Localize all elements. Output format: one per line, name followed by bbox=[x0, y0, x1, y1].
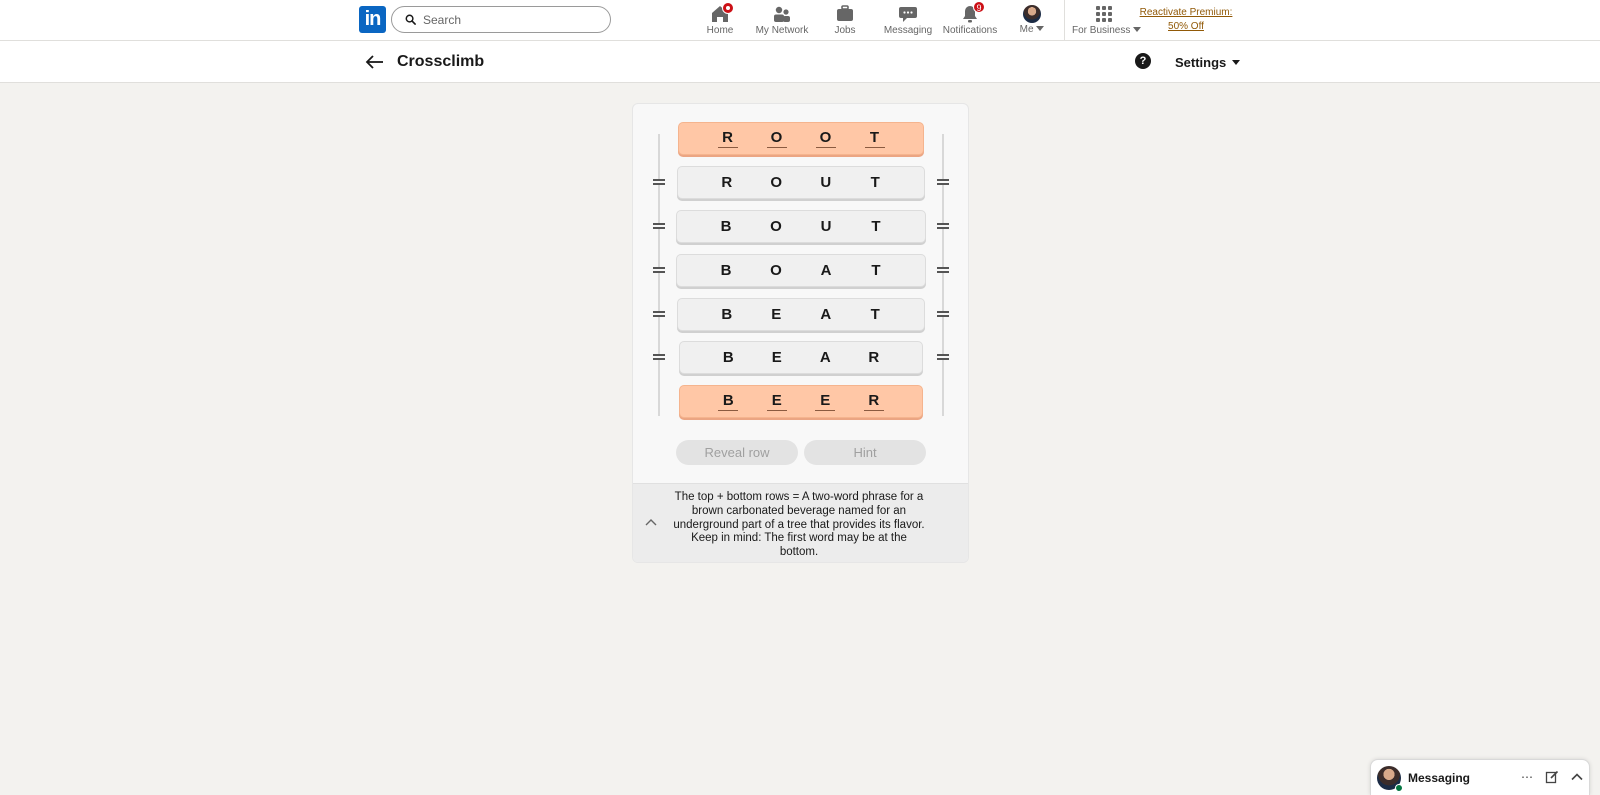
letter-cell: B bbox=[721, 306, 733, 323]
word-row[interactable]: R O U T bbox=[677, 166, 925, 199]
word-row[interactable]: B E A T bbox=[677, 298, 925, 331]
crossclimb-board: R O O T R O U T B O U T B O A T B E A T bbox=[632, 103, 969, 563]
home-notification-dot bbox=[722, 2, 734, 14]
bell-icon: 9 bbox=[959, 1, 985, 24]
nav-jobs-label: Jobs bbox=[834, 25, 856, 36]
letter-cell: O bbox=[770, 218, 782, 235]
drag-handle-icon[interactable] bbox=[653, 223, 665, 229]
nav-my-network[interactable]: My Network bbox=[752, 4, 812, 38]
letter-cell: U bbox=[820, 174, 832, 191]
letter-cell: E bbox=[771, 306, 782, 323]
settings-label: Settings bbox=[1175, 55, 1227, 70]
letter-cell: R bbox=[721, 174, 733, 191]
drag-handle-icon[interactable] bbox=[653, 354, 665, 360]
letter-cell: O bbox=[770, 174, 783, 191]
chevron-up-icon[interactable] bbox=[645, 518, 657, 526]
linkedin-logo[interactable]: in bbox=[359, 6, 386, 33]
chevron-down-icon bbox=[1036, 26, 1045, 31]
nav-notifications[interactable]: 9 Notifications bbox=[942, 1, 998, 38]
letter-cell: O bbox=[770, 262, 782, 279]
reveal-row-button[interactable]: Reveal row bbox=[676, 440, 798, 465]
more-options-icon[interactable]: ⋯ bbox=[1520, 770, 1534, 784]
drag-handle-icon[interactable] bbox=[937, 354, 949, 360]
letter-cell: B bbox=[718, 392, 739, 411]
search-input[interactable] bbox=[423, 11, 603, 29]
letter-cell: B bbox=[720, 262, 732, 279]
premium-line-2: 50% Off bbox=[1168, 21, 1204, 32]
chat-icon bbox=[897, 4, 919, 24]
drag-handle-icon[interactable] bbox=[937, 223, 949, 229]
letter-cell: T bbox=[870, 306, 880, 323]
nav-my-network-label: My Network bbox=[755, 25, 809, 36]
grid-icon bbox=[1096, 6, 1112, 22]
nav-messaging-label: Messaging bbox=[883, 25, 933, 36]
messaging-widget[interactable]: Messaging ⋯ bbox=[1370, 759, 1590, 795]
home-icon bbox=[709, 2, 734, 24]
clue-text: The top + bottom rows = A two-word phras… bbox=[673, 491, 925, 559]
letter-cell: E bbox=[771, 349, 782, 366]
letter-cell: T bbox=[864, 129, 885, 148]
left-rail bbox=[658, 134, 660, 416]
drag-handle-icon[interactable] bbox=[653, 311, 665, 317]
premium-line-1: Reactivate Premium: bbox=[1139, 7, 1233, 18]
letter-cell: T bbox=[871, 262, 881, 279]
notifications-badge: 9 bbox=[973, 1, 985, 13]
letter-cell: R bbox=[868, 349, 880, 366]
letter-cell: R bbox=[717, 129, 738, 148]
settings-dropdown[interactable]: Settings bbox=[1175, 55, 1241, 70]
compose-icon[interactable] bbox=[1545, 770, 1559, 784]
game-header: Crossclimb ? Settings bbox=[0, 41, 1600, 83]
hint-button[interactable]: Hint bbox=[804, 440, 926, 465]
word-row-locked-bottom: B E E R bbox=[679, 385, 923, 418]
nav-for-business-label: For Business bbox=[1072, 25, 1142, 36]
page-title: Crossclimb bbox=[397, 53, 485, 70]
network-icon bbox=[771, 4, 793, 24]
drag-handle-icon[interactable] bbox=[937, 267, 949, 273]
word-row[interactable]: B O A T bbox=[676, 254, 926, 287]
word-row[interactable]: B O U T bbox=[676, 210, 926, 243]
letter-cell: A bbox=[819, 349, 831, 366]
nav-jobs[interactable]: Jobs bbox=[826, 4, 864, 38]
chevron-up-icon[interactable] bbox=[1570, 770, 1584, 784]
online-status-dot bbox=[1395, 784, 1403, 792]
nav-notifications-label: Notifications bbox=[942, 25, 998, 36]
nav-home[interactable]: Home bbox=[701, 2, 739, 38]
letter-cell: B bbox=[722, 349, 734, 366]
nav-messaging[interactable]: Messaging bbox=[883, 4, 933, 38]
letter-cell: B bbox=[720, 218, 732, 235]
back-arrow-icon[interactable] bbox=[364, 52, 386, 72]
help-icon[interactable]: ? bbox=[1135, 53, 1151, 69]
drag-handle-icon[interactable] bbox=[937, 311, 949, 317]
drag-handle-icon[interactable] bbox=[937, 179, 949, 185]
right-rail bbox=[942, 134, 944, 416]
global-nav: in Home My Network Jobs Messaging bbox=[0, 0, 1600, 41]
nav-me-label: Me bbox=[1017, 24, 1047, 35]
messaging-label: Messaging bbox=[1408, 771, 1471, 785]
drag-handle-icon[interactable] bbox=[653, 267, 665, 273]
letter-cell: E bbox=[815, 392, 836, 411]
letter-cell: O bbox=[766, 129, 787, 148]
nav-divider bbox=[1064, 0, 1065, 40]
word-row[interactable]: B E A R bbox=[679, 341, 923, 374]
letter-cell: U bbox=[820, 218, 832, 235]
reactivate-premium-link[interactable]: Reactivate Premium: 50% Off bbox=[1136, 6, 1236, 34]
caret-down-icon bbox=[1232, 60, 1241, 65]
nav-me[interactable]: Me bbox=[1017, 4, 1047, 38]
letter-cell: R bbox=[863, 392, 884, 411]
letter-cell: O bbox=[815, 129, 836, 148]
search-bar[interactable] bbox=[391, 6, 611, 33]
nav-for-business[interactable]: For Business bbox=[1072, 4, 1142, 38]
word-row-locked-top: R O O T bbox=[678, 122, 924, 155]
letter-cell: T bbox=[871, 218, 881, 235]
avatar bbox=[1023, 5, 1041, 23]
briefcase-icon bbox=[834, 4, 856, 24]
letter-cell: A bbox=[820, 306, 832, 323]
nav-home-label: Home bbox=[706, 25, 734, 36]
drag-handle-icon[interactable] bbox=[653, 179, 665, 185]
letter-cell: E bbox=[766, 392, 787, 411]
letter-cell: A bbox=[820, 262, 832, 279]
letter-cell: T bbox=[870, 174, 880, 191]
search-icon bbox=[405, 14, 416, 25]
clue-panel: The top + bottom rows = A two-word phras… bbox=[633, 483, 968, 562]
